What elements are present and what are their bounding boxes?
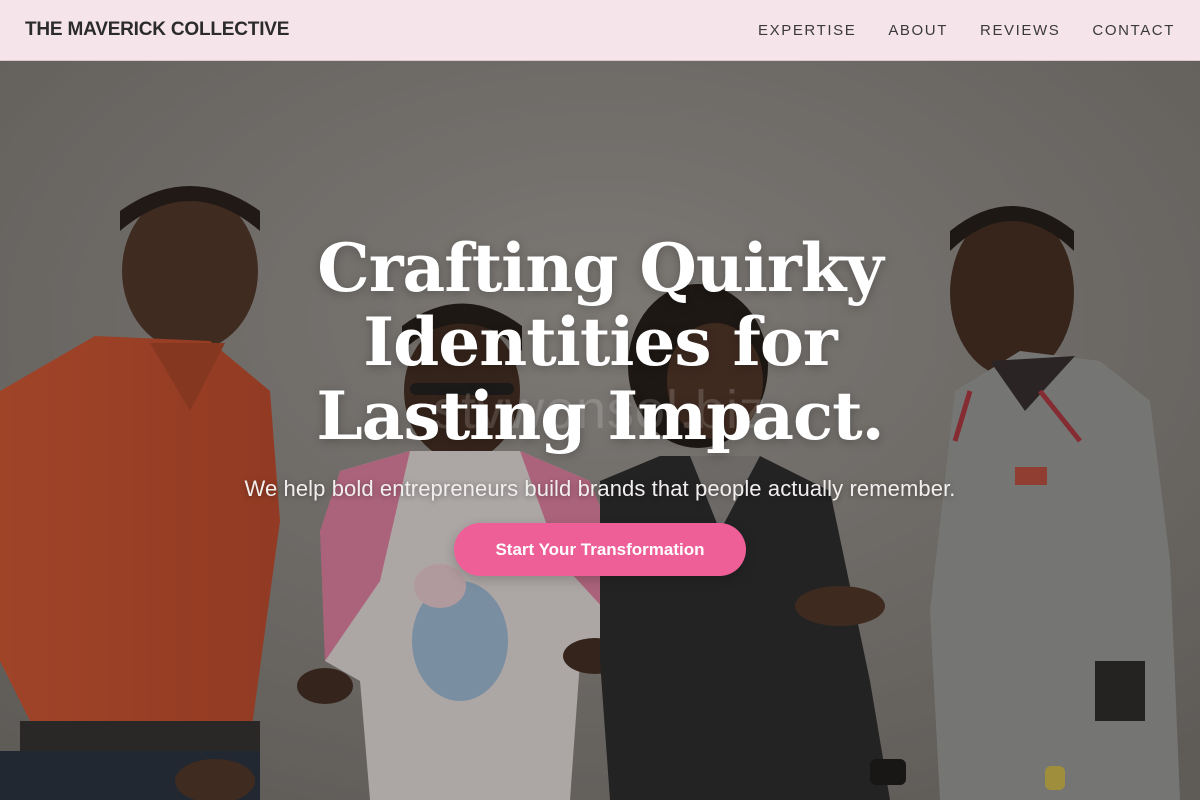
brand-logo[interactable]: THE MAVERICK COLLECTIVE — [25, 19, 289, 41]
nav-link-reviews[interactable]: REVIEWS — [980, 22, 1060, 39]
main-nav: EXPERTISE ABOUT REVIEWS CONTACT — [758, 22, 1175, 39]
nav-link-expertise[interactable]: EXPERTISE — [758, 22, 856, 39]
hero-subheadline: We help bold entrepreneurs build brands … — [244, 476, 956, 501]
site-header: THE MAVERICK COLLECTIVE EXPERTISE ABOUT … — [0, 0, 1200, 61]
start-transformation-button[interactable]: Start Your Transformation — [454, 523, 746, 576]
nav-link-contact[interactable]: CONTACT — [1092, 22, 1175, 39]
hero-section: stvwonsol.biz Crafting Quirky Identities… — [0, 61, 1200, 800]
hero-content: Crafting Quirky Identities for Lasting I… — [0, 231, 1200, 576]
nav-link-about[interactable]: ABOUT — [888, 22, 948, 39]
hero-headline: Crafting Quirky Identities for Lasting I… — [316, 229, 884, 455]
